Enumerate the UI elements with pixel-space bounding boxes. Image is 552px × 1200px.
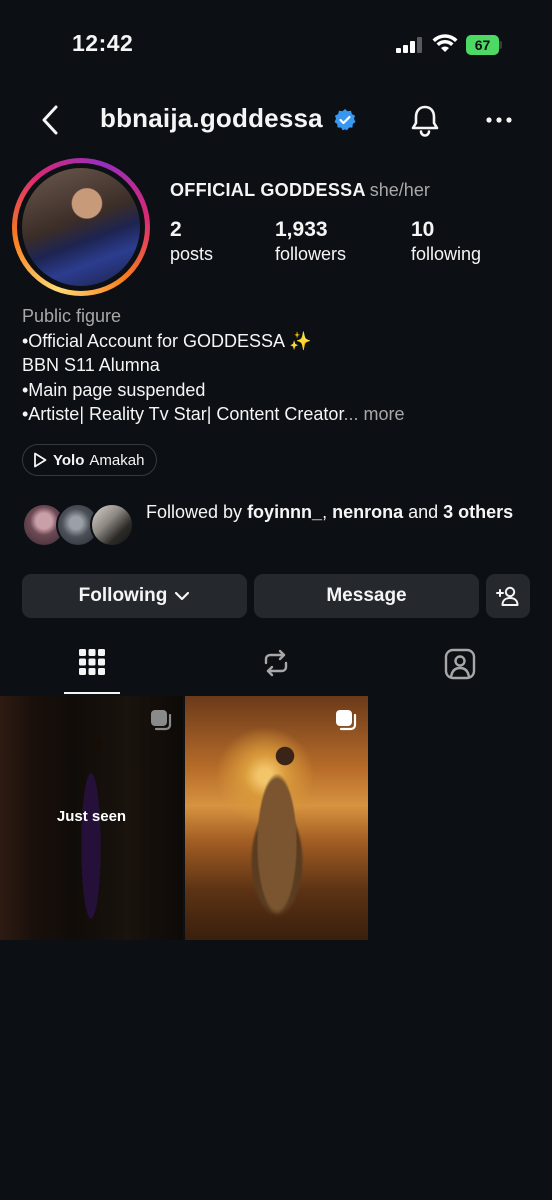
profile-header: bbnaija.goddessa: [0, 95, 552, 145]
mutual-prefix: Followed by: [146, 502, 248, 522]
verified-badge-icon: [334, 109, 356, 131]
cellular-signal-icon: [396, 37, 422, 53]
battery-icon: 67: [466, 35, 502, 55]
post-thumbnail[interactable]: [185, 696, 368, 940]
mutual-sep: ,: [322, 502, 333, 522]
stat-value: 10: [411, 218, 435, 241]
repost-icon: [264, 649, 288, 677]
stat-value: 2: [170, 218, 182, 241]
pronouns: she/her: [369, 180, 430, 200]
stat-value: 1,933: [275, 218, 328, 241]
multi-post-icon: [151, 710, 172, 731]
add-person-icon: [496, 586, 519, 606]
bio-line-last: •Artiste| Reality Tv Star| Content Creat…: [22, 402, 542, 427]
bio-category: Public figure: [22, 306, 122, 326]
profile-tabs: [0, 640, 552, 696]
avatar: [90, 503, 134, 547]
tagged-icon: [444, 648, 476, 680]
wifi-icon: [432, 34, 458, 52]
chevron-down-icon: [175, 591, 190, 601]
post-thumbnail[interactable]: Just seen: [0, 696, 183, 940]
suggest-people-button[interactable]: [486, 574, 530, 618]
active-tab-indicator: [64, 692, 120, 694]
stat-label: following: [411, 244, 482, 264]
battery-level: 67: [466, 35, 499, 55]
status-time: 12:42: [72, 30, 134, 56]
bio-line: •Main page suspended: [22, 379, 206, 400]
play-icon: [34, 452, 47, 468]
just-seen-label: Just seen: [56, 808, 127, 825]
stat-followers[interactable]: 1,933 followers: [275, 218, 346, 265]
mutual-followers-avatars[interactable]: [22, 503, 136, 549]
bell-icon[interactable]: [408, 103, 442, 137]
following-button[interactable]: Following: [22, 574, 247, 618]
bio-ellipsis: ...: [343, 404, 359, 425]
message-label: Message: [326, 585, 407, 606]
mutual-user: nenrona: [332, 502, 404, 522]
grid-icon: [79, 649, 105, 675]
stat-label: posts: [170, 244, 214, 264]
multi-post-icon: [336, 710, 357, 731]
avatar: [22, 168, 140, 286]
profile-full-name: OFFICIAL GODDESSA she/her: [170, 180, 430, 201]
message-button[interactable]: Message: [254, 574, 479, 618]
stat-label: followers: [275, 244, 347, 264]
mutual-and: and: [403, 502, 444, 522]
mutual-others: 3 others: [443, 502, 514, 522]
tab-posts-grid[interactable]: [0, 640, 184, 696]
back-arrow-icon[interactable]: [36, 103, 66, 137]
bio-line: •Official Account for GODDESSA ✨: [22, 330, 312, 351]
stat-posts[interactable]: 2 posts: [170, 218, 213, 265]
music-song: Yolo: [53, 451, 85, 469]
full-name-text: OFFICIAL GODDESSA: [170, 180, 366, 200]
bio-line: BBN S11 Alumna: [22, 355, 160, 376]
bio: Public figure •Official Account for GODD…: [22, 304, 542, 427]
profile-username: bbnaija.goddessa: [100, 103, 323, 133]
music-artist: Amakah: [89, 451, 145, 469]
following-label: Following: [78, 585, 168, 606]
more-icon[interactable]: [484, 107, 514, 133]
tab-reposts[interactable]: [184, 640, 368, 696]
profile-music-chip[interactable]: Yolo Amakah: [22, 444, 158, 476]
status-bar: 12:42 67: [0, 0, 552, 90]
mutual-user: foyinnn_: [247, 502, 323, 522]
mutual-followers-text[interactable]: Followed by foyinnn_, nenrona and 3 othe…: [146, 500, 526, 525]
bio-line: •Artiste| Reality Tv Star| Content Creat…: [22, 404, 344, 425]
stat-following[interactable]: 10 following: [411, 218, 481, 265]
bio-more-link[interactable]: more: [363, 404, 404, 424]
tab-tagged[interactable]: [368, 640, 552, 696]
story-ring[interactable]: [12, 158, 150, 296]
